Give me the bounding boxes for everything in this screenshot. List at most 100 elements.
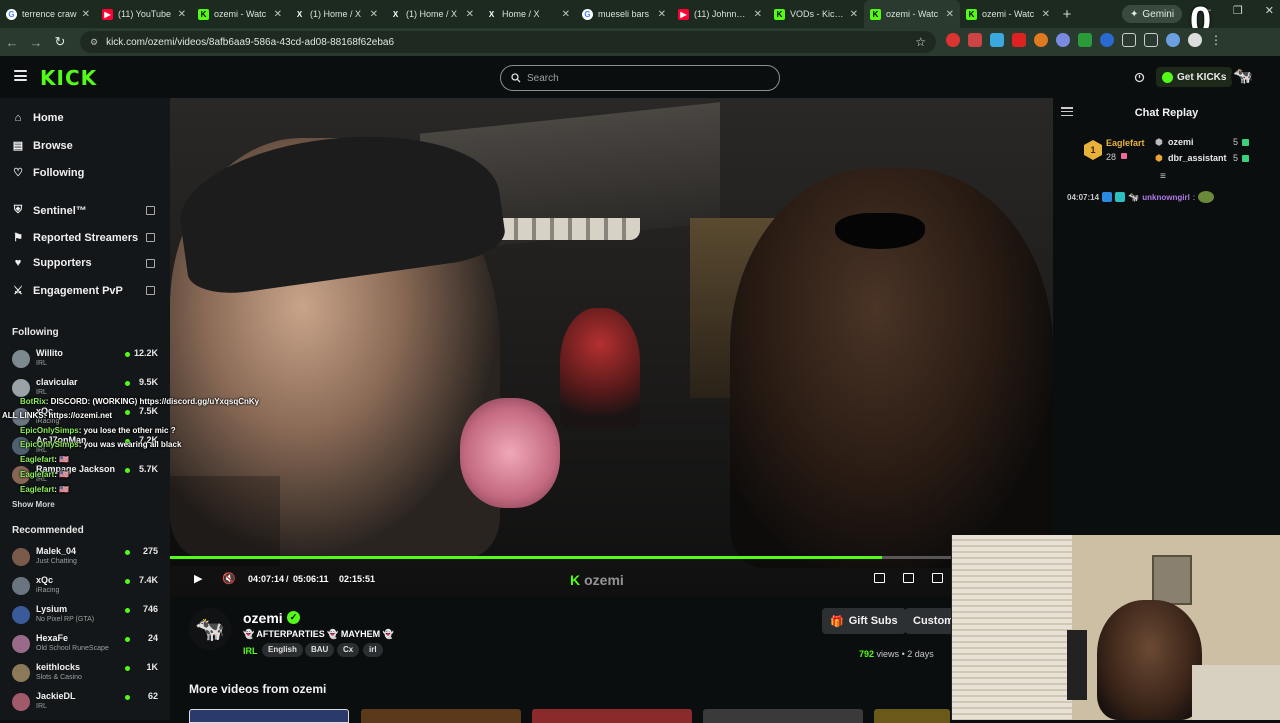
user-avatar[interactable]: 🐄 [1231, 65, 1255, 89]
sidebar-item-reported-streamers[interactable]: ⚑ Reported Streamers [12, 231, 155, 244]
theater-mode-icon[interactable] [903, 573, 914, 583]
browser-tab[interactable]: Kozemi - Watc ✕ [864, 0, 960, 28]
fullscreen-icon[interactable] [932, 573, 943, 583]
sidebar-channel[interactable]: Lysium No Pixel RP (GTA) 746 [12, 603, 162, 629]
close-tab-icon[interactable]: ✕ [274, 9, 282, 20]
browser-tab[interactable]: Gterrence craw ✕ [0, 0, 96, 28]
sidebar-channel[interactable]: keithlocks Slots & Casino 1K [12, 661, 162, 687]
tag[interactable]: Cx [337, 643, 360, 657]
menu-dots-icon[interactable]: ⋮ [1210, 33, 1222, 47]
custom-button[interactable]: Custom [905, 608, 951, 634]
url-field[interactable]: ⚙ kick.com/ozemi/videos/8afb6aa9-586a-43… [80, 31, 936, 53]
close-tab-icon[interactable]: ✕ [466, 9, 474, 20]
gemini-button[interactable]: ✦ Gemini [1122, 5, 1183, 23]
remaining-time: 02:15:51 [339, 574, 376, 584]
badge-icon [1102, 192, 1113, 202]
video-thumbnail[interactable] [189, 709, 349, 723]
close-tab-icon[interactable]: ✕ [82, 9, 90, 20]
forward-icon[interactable]: → [24, 35, 48, 50]
notifications-icon[interactable] [1134, 72, 1145, 83]
streamer-avatar[interactable]: 🐄 [189, 608, 231, 650]
sidebar-item-browse[interactable]: ▤ Browse [12, 139, 73, 153]
close-tab-icon[interactable]: ✕ [562, 9, 570, 20]
expand-leaderboard-icon[interactable]: ≡ [1160, 171, 1166, 182]
get-kicks-button[interactable]: Get KICKs [1156, 67, 1233, 87]
extension-icon[interactable] [990, 33, 1004, 47]
kick-logo[interactable]: KICK [40, 66, 97, 90]
extension-icon[interactable] [1166, 33, 1180, 47]
search-input[interactable] [527, 72, 757, 84]
close-tab-icon[interactable]: ✕ [946, 9, 954, 20]
mute-icon[interactable]: 🔇 [222, 572, 236, 585]
extension-icon[interactable] [1100, 33, 1114, 47]
browser-tab[interactable]: X (1) Home / X ✕ [288, 0, 384, 28]
new-tab-icon[interactable]: + [1056, 6, 1078, 23]
browser-tab[interactable]: K VODs - Kick D ✕ [768, 0, 864, 28]
viewer-count: 1K [146, 662, 158, 672]
tag[interactable]: English [262, 643, 303, 657]
browser-tab[interactable]: ▶ (11) YouTube ✕ [96, 0, 192, 28]
embedded-chat-overlay [170, 476, 280, 566]
extension-icon[interactable] [1034, 33, 1048, 47]
close-tab-icon[interactable]: ✕ [850, 9, 858, 20]
play-icon[interactable]: ▶ [194, 572, 202, 585]
streamer-name[interactable]: ozemi [243, 610, 283, 626]
video-thumbnail[interactable] [703, 709, 863, 723]
sidebar-channel[interactable]: xQc iRacing 7.4K [12, 574, 162, 600]
browser-tab[interactable]: Gmueseli bars ✕ [576, 0, 672, 28]
restore-icon[interactable]: ❐ [1233, 4, 1243, 17]
video-progress-bar[interactable] [170, 556, 1053, 559]
close-window-icon[interactable]: ✕ [1265, 4, 1274, 17]
close-tab-icon[interactable]: ✕ [1042, 9, 1050, 20]
sidebar-item-sentinel[interactable]: ⛨ Sentinel™ [12, 204, 155, 217]
browser-tab[interactable]: Kozemi - Watc ✕ [960, 0, 1056, 28]
gift-subs-button[interactable]: 🎁 Gift Subs [822, 608, 906, 634]
extension-icon[interactable] [946, 33, 960, 47]
tag[interactable]: irl [363, 643, 383, 657]
back-icon[interactable]: ← [0, 35, 24, 50]
extension-icon[interactable] [1056, 33, 1070, 47]
external-link-icon [146, 286, 155, 295]
sidebar-channel[interactable]: JackieDL IRL 62 [12, 690, 162, 716]
sidebar-item-engagement-pvp[interactable]: ⚔ Engagement PvP [12, 284, 155, 297]
kick-favicon-icon: K [198, 8, 209, 20]
sidebar-item-supporters[interactable]: ♥ Supporters [12, 257, 155, 269]
extension-icon[interactable] [1078, 33, 1092, 47]
browser-tab[interactable]: ▶ (11) Johnny S ✕ [672, 0, 768, 28]
search-bar[interactable] [500, 65, 780, 91]
browser-tab[interactable]: X Home / X ✕ [480, 0, 576, 28]
sidebar-channel[interactable]: Malek_04 Just Chatting 275 [12, 545, 162, 571]
site-info-icon[interactable]: ⚙ [90, 37, 98, 48]
puzzle-icon[interactable] [1122, 33, 1136, 47]
reload-icon[interactable]: ↻ [48, 34, 72, 50]
browser-tab[interactable]: Kozemi - Watc ✕ [192, 0, 288, 28]
extension-icon[interactable] [1012, 33, 1026, 47]
close-tab-icon[interactable]: ✕ [658, 9, 666, 20]
category-link[interactable]: IRL [243, 646, 258, 656]
tag[interactable]: BAU [305, 643, 335, 657]
message-username[interactable]: unknowngirl [1142, 193, 1190, 202]
sidebar-channel[interactable]: HexaFe Old School RuneScape 24 [12, 632, 162, 658]
close-tab-icon[interactable]: ✕ [754, 9, 762, 20]
hamburger-menu-icon[interactable] [14, 70, 27, 81]
sidebar-channel[interactable]: Willito IRL 12.2K [12, 347, 162, 373]
video-thumbnail[interactable] [532, 709, 692, 723]
video-thumbnail[interactable] [361, 709, 521, 723]
channel-name: keithlocks [36, 662, 81, 672]
video-thumbnail[interactable] [874, 709, 950, 723]
leaderboard-name[interactable]: dbr_assistant [1168, 153, 1227, 163]
close-tab-icon[interactable]: ✕ [370, 9, 378, 20]
profile-avatar[interactable] [1188, 33, 1202, 47]
extension-icon[interactable] [968, 33, 982, 47]
bookmark-star-icon[interactable]: ☆ [915, 35, 926, 49]
pip-icon[interactable] [874, 573, 885, 583]
leaderboard-name[interactable]: ozemi [1168, 137, 1194, 147]
browser-tab[interactable]: X (1) Home / X ✕ [384, 0, 480, 28]
top-gifter-name[interactable]: Eaglefart [1106, 138, 1145, 148]
cast-icon[interactable] [1144, 33, 1158, 47]
close-tab-icon[interactable]: ✕ [178, 9, 186, 20]
show-more-button[interactable]: Show More [12, 500, 55, 509]
sidebar-item-home[interactable]: ⌂ Home [12, 112, 64, 124]
sidebar-item-following[interactable]: ♡ Following [12, 166, 84, 180]
video-player[interactable]: ▶ 🔇 04:07:14 / 05:06:11 02:15:51 Kozemi [170, 98, 1053, 596]
